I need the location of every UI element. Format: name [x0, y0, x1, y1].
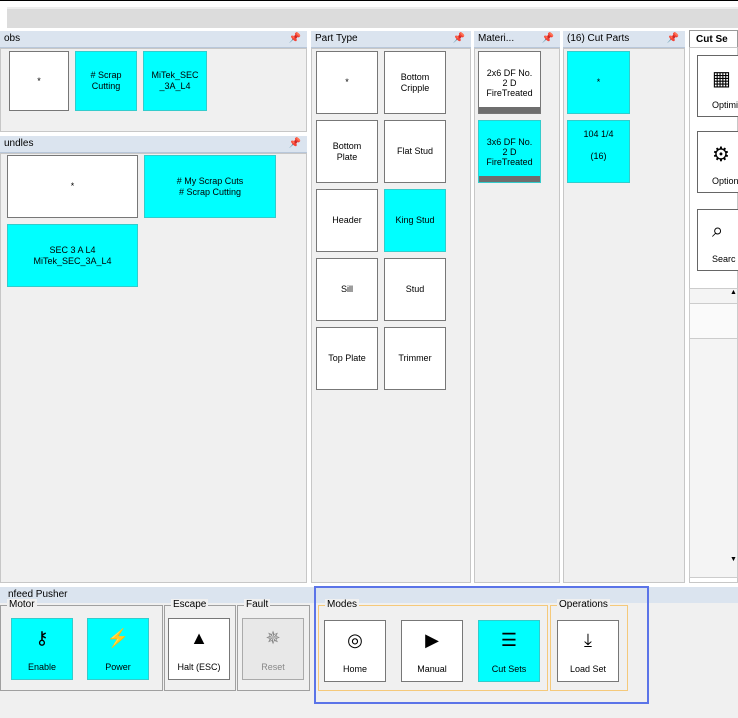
reset-button[interactable]: ✵ Reset [242, 618, 304, 680]
pin-icon[interactable]: 📌 [289, 31, 301, 47]
search-icon: ⌕ [712, 220, 724, 242]
pin-icon[interactable]: 📌 [453, 31, 465, 47]
scrollbar-thumb[interactable] [690, 303, 737, 339]
part-type-tile-label: Bottom Cripple [400, 71, 430, 93]
part-type-tile-label: Top Plate [328, 353, 366, 363]
part-type-tile-sill[interactable]: Sill [316, 258, 378, 321]
material-tile-2x6[interactable]: 2x6 DF No. 2 D FireTreated [478, 51, 541, 114]
cut-parts-pane: * 104 1/4 (16) [563, 48, 685, 583]
optimize-label: Optimi [712, 100, 738, 110]
bundle-tile-scrap-cuts[interactable]: # My Scrap Cuts # Scrap Cutting [144, 155, 276, 218]
part-type-tile-all[interactable]: * [316, 51, 378, 114]
materials-pane-header: Materi... 📌 [474, 31, 560, 48]
job-tile-scrap-cutting[interactable]: # Scrap Cutting [75, 51, 137, 111]
jobs-title: obs [4, 33, 21, 44]
materials-title: Materi... [478, 33, 515, 44]
part-type-tile-trimmer[interactable]: Trimmer [384, 327, 446, 390]
material-status-bar [479, 176, 540, 182]
tab-cut-sets[interactable]: Cut Se [689, 30, 738, 48]
cut-parts-title: (16) Cut Parts [567, 33, 630, 44]
grid-icon: ▦ [712, 68, 731, 90]
job-tile-label: # Scrap Cutting [90, 70, 122, 91]
job-tile-label: * [37, 75, 41, 86]
reset-label: Reset [261, 662, 285, 672]
bundle-tile-label: SEC 3 A L4 MiTek_SEC_3A_L4 [33, 244, 112, 266]
part-type-tile-label: Stud [405, 284, 425, 294]
cut-part-tile-label: 104 1/4 (16) [583, 129, 614, 161]
escape-group-label: Escape [171, 599, 209, 611]
warning-icon: ▲ [190, 627, 208, 648]
material-tile-label: 3x6 DF No. 2 D FireTreated [486, 137, 533, 167]
burst-icon: ✵ [265, 627, 281, 648]
part-type-tile-label: * [345, 77, 349, 87]
options-button[interactable]: ⚙ Option [697, 131, 738, 193]
part-type-tile-label: Flat Stud [396, 146, 434, 156]
part-type-tile-bottom-cripple[interactable]: Bottom Cripple [384, 51, 446, 114]
halt-button[interactable]: ▲ Halt (ESC) [168, 618, 230, 680]
part-type-title: Part Type [315, 33, 358, 44]
materials-pane: 2x6 DF No. 2 D FireTreated 3x6 DF No. 2 … [474, 48, 560, 583]
toolbar-strip [7, 7, 738, 28]
bundles-title: undles [4, 138, 34, 149]
power-button[interactable]: ⚡ Power [87, 618, 149, 680]
part-type-tile-label: King Stud [395, 215, 435, 225]
fault-group-label: Fault [244, 599, 271, 611]
part-type-tile-label: Bottom Plate [332, 140, 362, 162]
enable-label: Enable [27, 662, 57, 672]
search-label: Searc [712, 254, 736, 264]
bundle-tile-all[interactable]: * [7, 155, 138, 218]
jobs-pane: * # Scrap Cutting MiTek_SEC _3A_L4 [0, 48, 307, 132]
bundles-pane-header: undles 📌 [0, 136, 307, 153]
cut-part-tile-label: * [596, 77, 601, 87]
motor-group: Motor ⚷ Enable ⚡ Power [0, 599, 163, 691]
app-window: obs 📌 * # Scrap Cutting MiTek_SEC _3A_L4… [0, 0, 738, 718]
tab-label: Cut Se [696, 34, 728, 45]
selection-highlight [314, 586, 649, 704]
pin-icon[interactable]: 📌 [289, 136, 301, 152]
pin-icon[interactable]: 📌 [542, 31, 554, 47]
pin-icon[interactable]: 📌 [667, 31, 679, 47]
part-type-tile-stud[interactable]: Stud [384, 258, 446, 321]
part-type-tile-flat-stud[interactable]: Flat Stud [384, 120, 446, 183]
motor-group-label: Motor [7, 599, 37, 611]
material-status-bar [479, 107, 540, 113]
lightning-icon: ⚡ [106, 627, 130, 648]
part-type-tile-label: Trimmer [398, 353, 432, 363]
options-label: Option [712, 176, 738, 186]
material-tile-3x6[interactable]: 3x6 DF No. 2 D FireTreated [478, 120, 541, 183]
bundles-pane: * # My Scrap Cuts # Scrap Cutting SEC 3 … [0, 153, 307, 583]
part-type-tile-bottom-plate[interactable]: Bottom Plate [316, 120, 378, 183]
part-type-pane: * Bottom Cripple Bottom Plate Flat Stud … [311, 48, 471, 583]
bundle-tile-sec-3a-l4[interactable]: SEC 3 A L4 MiTek_SEC_3A_L4 [7, 224, 138, 287]
job-tile-label: MiTek_SEC _3A_L4 [151, 70, 199, 91]
cut-parts-pane-header: (16) Cut Parts 📌 [563, 31, 685, 48]
job-tile-mitek-sec[interactable]: MiTek_SEC _3A_L4 [143, 51, 207, 111]
gear-icon: ⚙ [712, 144, 730, 166]
power-label: Power [105, 662, 131, 672]
part-type-tile-king-stud[interactable]: King Stud [384, 189, 446, 252]
escape-group: Escape ▲ Halt (ESC) [164, 599, 236, 691]
bundle-tile-label: # My Scrap Cuts # Scrap Cutting [176, 175, 244, 197]
enable-button[interactable]: ⚷ Enable [11, 618, 73, 680]
scrollbar[interactable]: ▲ ▼ [689, 288, 738, 578]
halt-label: Halt (ESC) [177, 662, 221, 672]
optimize-button[interactable]: ▦ Optimi [697, 55, 738, 117]
material-tile-label: 2x6 DF No. 2 D FireTreated [486, 68, 533, 98]
scroll-down-arrow-icon[interactable]: ▼ [730, 556, 737, 563]
cut-part-tile-104[interactable]: 104 1/4 (16) [567, 120, 630, 183]
scroll-up-arrow-icon[interactable]: ▲ [730, 289, 737, 296]
search-button[interactable]: ⌕ Searc [697, 209, 738, 271]
job-tile-all[interactable]: * [9, 51, 69, 111]
part-type-tile-top-plate[interactable]: Top Plate [316, 327, 378, 390]
part-type-tile-label: Header [332, 215, 362, 225]
part-type-pane-header: Part Type 📌 [311, 31, 471, 48]
part-type-tile-header[interactable]: Header [316, 189, 378, 252]
cut-part-tile-all[interactable]: * [567, 51, 630, 114]
key-icon: ⚷ [35, 627, 49, 648]
part-type-tile-label: Sill [340, 284, 353, 294]
jobs-pane-header: obs 📌 [0, 31, 307, 48]
bundle-tile-label: * [70, 181, 75, 191]
fault-group: Fault ✵ Reset [237, 599, 310, 691]
